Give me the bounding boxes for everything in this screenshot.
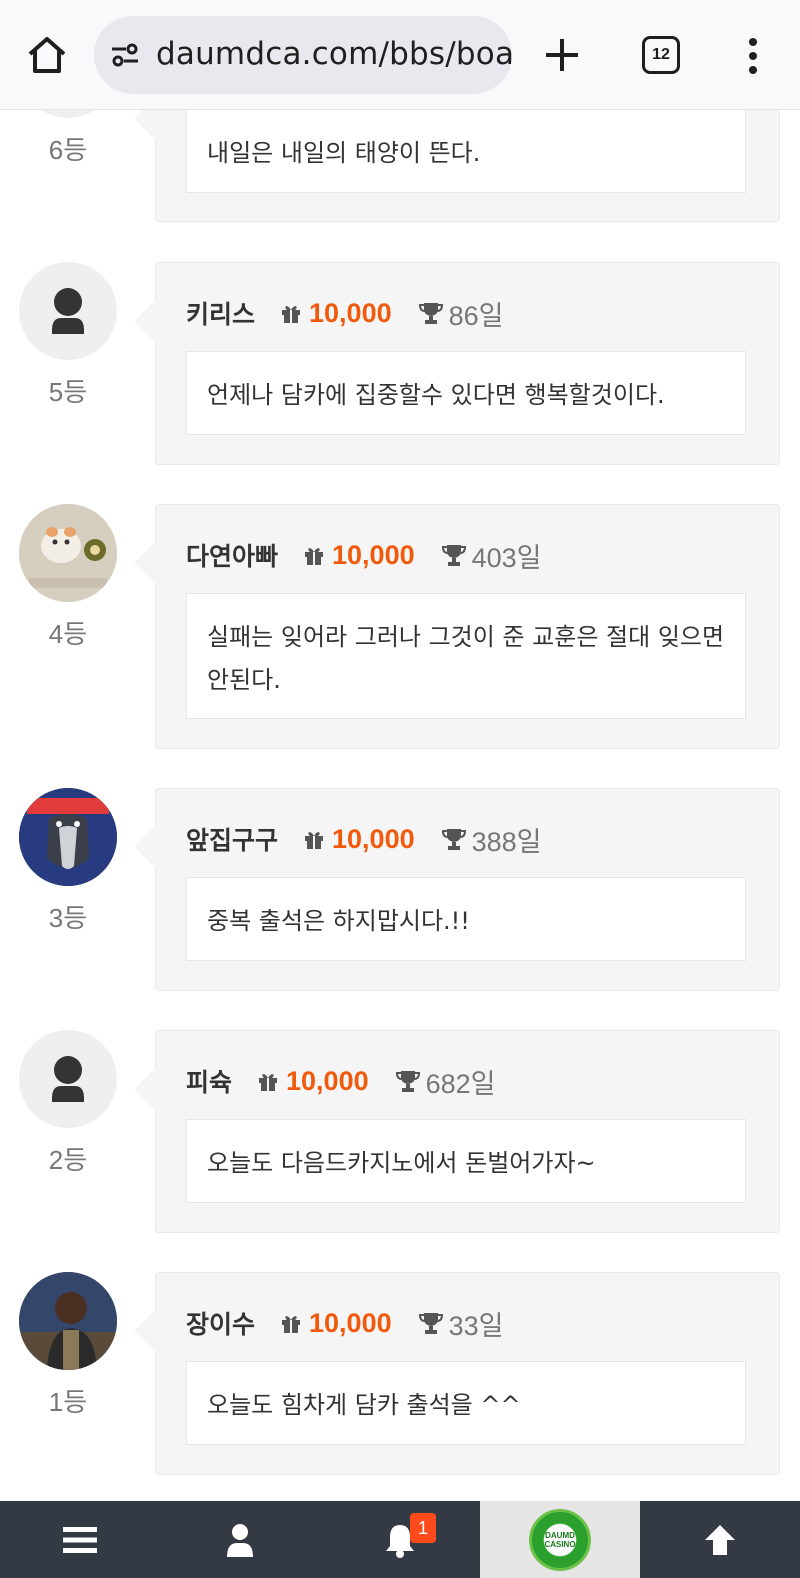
nickname[interactable]: 피슉 [186, 1063, 232, 1099]
casino-logo: DAUMD CASINO [529, 1508, 591, 1571]
user-icon [52, 1056, 84, 1102]
tab-switcher-button[interactable]: 12 [642, 36, 680, 74]
more-menu-icon[interactable] [746, 36, 760, 76]
points-value: 10,000 [286, 1065, 369, 1096]
avatar[interactable] [19, 1030, 117, 1128]
arrow-up-icon [705, 1524, 735, 1555]
rank-label: 6등 [48, 135, 88, 165]
comment-meta: 다연아빠 10,000 403일 [186, 537, 542, 573]
comment-card: 다연아빠 10,000 403일 실패는 잊어라 그러나 그것이 준 교훈은 절… [134, 504, 780, 749]
notification-badge: 1 [410, 1513, 436, 1543]
trophy-icon [441, 545, 466, 566]
nickname[interactable]: 키리스 [186, 295, 255, 331]
attendance-days: 388일 [471, 826, 542, 857]
attendance-days: 86일 [448, 300, 504, 331]
comment-message: 오늘도 다음드카지노에서 돈벌어가자~ [186, 1119, 746, 1203]
trophy-icon [395, 1071, 420, 1092]
gift-icon [305, 832, 324, 849]
gift-icon [282, 1316, 301, 1333]
trophy-icon [418, 303, 443, 324]
avatar[interactable] [19, 504, 117, 602]
rank-label: 2등 [48, 1145, 88, 1175]
nav-menu[interactable] [0, 1501, 160, 1578]
attendance-days: 403일 [471, 542, 542, 573]
comment-message: 오늘도 힘차게 담카 출석을 ^^ [186, 1361, 746, 1445]
avatar[interactable] [19, 262, 117, 360]
new-tab-icon[interactable] [540, 33, 584, 77]
comment-card: 앞집구구 10,000 388일 중복 출석은 하지맙시다.!! [134, 788, 780, 991]
address-bar[interactable]: daumdca.com/bbs/board [94, 16, 512, 94]
logo-text-top: DAUMD [545, 1530, 575, 1540]
site-settings-icon[interactable] [110, 40, 140, 70]
avatar[interactable] [19, 1272, 117, 1370]
points-value: 10,000 [309, 1307, 392, 1338]
gift-icon [282, 306, 301, 323]
rank-label: 3등 [48, 903, 88, 933]
comment-message: 중복 출석은 하지맙시다.!! [186, 877, 746, 961]
comment-card: 키리스 10,000 86일 언제나 담카에 집중할수 있다면 행복할것이다. [134, 262, 780, 465]
comment-meta: 피슉 10,000 682일 [186, 1063, 496, 1099]
nav-profile[interactable] [160, 1501, 320, 1578]
nav-scroll-top[interactable] [640, 1501, 800, 1578]
trophy-icon [418, 1313, 443, 1334]
comment-card: 피슉 10,000 682일 오늘도 다음드카지노에서 돈벌어가자~ [134, 1030, 780, 1233]
comment-message: 내일은 내일의 태양이 뜬다. [186, 109, 746, 193]
gift-icon [305, 548, 324, 565]
logo-text-bottom: CASINO [544, 1539, 576, 1549]
bottom-nav: 1 DAUMD CASINO [0, 1501, 800, 1578]
url-text[interactable]: daumdca.com/bbs/board [156, 36, 512, 72]
comment-card: 장이수 10,000 33일 오늘도 힘차게 담카 출석을 ^^ [134, 1272, 780, 1475]
nav-notifications[interactable]: 1 [320, 1501, 480, 1578]
comment-meta: 키리스 10,000 86일 [186, 295, 503, 331]
browser-toolbar: daumdca.com/bbs/board 12 [0, 0, 800, 110]
rank-label: 1등 [48, 1387, 88, 1417]
points-value: 10,000 [309, 297, 392, 328]
avatar-image-icon [19, 504, 117, 602]
comment-message: 실패는 잊어라 그러나 그것이 준 교훈은 절대 잊으면 안된다. [186, 593, 746, 719]
comment-meta: 장이수 10,000 33일 [186, 1305, 503, 1341]
nickname[interactable]: 앞집구구 [186, 821, 278, 857]
nickname[interactable]: 장이수 [186, 1305, 255, 1341]
hamburger-icon [63, 1526, 97, 1553]
home-icon[interactable] [24, 32, 70, 78]
points-value: 10,000 [332, 539, 415, 570]
nav-home-logo[interactable]: DAUMD CASINO [480, 1501, 640, 1578]
avatar-image-icon [19, 1272, 117, 1370]
avatar-image-icon [19, 788, 117, 886]
trophy-icon [441, 829, 466, 850]
user-icon [52, 288, 84, 334]
avatar[interactable] [19, 788, 117, 886]
attendance-days: 33일 [448, 1310, 504, 1341]
nickname[interactable]: 다연아빠 [186, 537, 278, 573]
points-value: 10,000 [332, 823, 415, 854]
comment-meta: 앞집구구 10,000 388일 [186, 821, 542, 857]
gift-icon [259, 1074, 278, 1091]
rank-label: 5등 [48, 377, 88, 407]
user-icon [227, 1523, 253, 1557]
comment-message: 언제나 담카에 집중할수 있다면 행복할것이다. [186, 351, 746, 435]
rank-label: 4등 [48, 619, 88, 649]
attendance-days: 682일 [425, 1068, 496, 1099]
